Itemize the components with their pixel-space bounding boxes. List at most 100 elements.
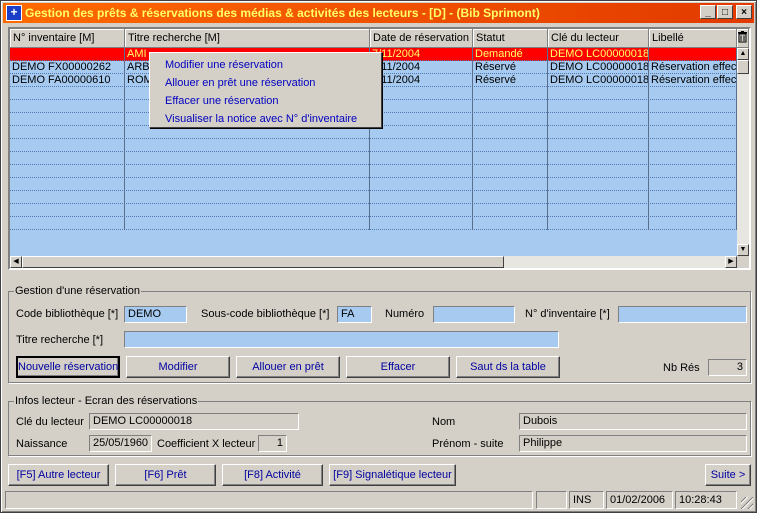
cell-empty bbox=[370, 100, 473, 113]
grid-header: N° inventaire [M] Titre recherche [M] Da… bbox=[10, 29, 749, 48]
col-header-inventaire[interactable]: N° inventaire [M] bbox=[10, 29, 125, 48]
coefficient-field: 1 bbox=[258, 435, 287, 452]
table-row-empty[interactable] bbox=[10, 139, 737, 152]
title-bar[interactable]: + Gestion des prêts & réservations des m… bbox=[3, 3, 754, 23]
cell-inventaire: DEMO FX00000262 bbox=[10, 61, 125, 74]
table-row-empty[interactable] bbox=[10, 204, 737, 217]
cell-empty bbox=[649, 165, 737, 178]
menu-item-effacer-reservation[interactable]: Effacer une réservation bbox=[150, 92, 381, 110]
cell-empty bbox=[548, 217, 649, 230]
cell-empty bbox=[370, 217, 473, 230]
table-row-empty[interactable] bbox=[10, 191, 737, 204]
cell-empty bbox=[473, 113, 548, 126]
cell-empty bbox=[370, 126, 473, 139]
cell-empty bbox=[10, 87, 125, 100]
cell-empty bbox=[473, 191, 548, 204]
cell-empty bbox=[370, 152, 473, 165]
sous-code-field[interactable]: FA bbox=[337, 306, 372, 323]
cell-empty bbox=[649, 100, 737, 113]
cell-empty bbox=[649, 126, 737, 139]
cell-empty bbox=[10, 191, 125, 204]
scroll-up-icon[interactable]: ▲ bbox=[737, 48, 749, 60]
main-window: + Gestion des prêts & réservations des m… bbox=[0, 0, 757, 513]
cell-empty bbox=[649, 204, 737, 217]
cell-empty bbox=[370, 139, 473, 152]
col-header-date[interactable]: Date de réservation bbox=[370, 29, 473, 48]
inventaire-field[interactable] bbox=[618, 306, 747, 323]
cell-empty bbox=[125, 139, 370, 152]
trash-icon[interactable] bbox=[737, 29, 749, 48]
modifier-button[interactable]: Modifier bbox=[126, 356, 230, 378]
menu-item-allouer-pret[interactable]: Allouer en prêt une réservation bbox=[150, 74, 381, 92]
col-header-titre[interactable]: Titre recherche [M] bbox=[125, 29, 370, 48]
context-menu: Modifier une réservation Allouer en prêt… bbox=[149, 52, 382, 128]
naissance-label: Naissance bbox=[16, 438, 68, 450]
reservation-group: Gestion d'une réservation Code bibliothè… bbox=[8, 285, 751, 383]
close-button[interactable]: × bbox=[736, 5, 752, 19]
menu-item-modifier-reservation[interactable]: Modifier une réservation bbox=[150, 56, 381, 74]
cell-empty bbox=[548, 100, 649, 113]
table-row-empty[interactable] bbox=[10, 165, 737, 178]
scroll-corner bbox=[737, 256, 749, 268]
cell-empty bbox=[649, 139, 737, 152]
cell-empty bbox=[10, 165, 125, 178]
cell-empty bbox=[125, 204, 370, 217]
table-row-empty[interactable] bbox=[10, 152, 737, 165]
cell-empty bbox=[370, 165, 473, 178]
status-pane-empty bbox=[536, 491, 567, 509]
maximize-button[interactable]: □ bbox=[717, 5, 733, 19]
scroll-left-icon[interactable]: ◀ bbox=[10, 256, 22, 268]
vertical-scrollbar[interactable]: ▲ ▼ bbox=[737, 48, 749, 256]
menu-item-visualiser-notice[interactable]: Visualiser la notice avec N° d'inventair… bbox=[150, 110, 381, 128]
code-bibliotheque-field[interactable]: DEMO bbox=[124, 306, 187, 323]
cell-empty bbox=[10, 152, 125, 165]
cell-empty bbox=[370, 191, 473, 204]
app-icon[interactable]: + bbox=[6, 5, 22, 21]
cell-empty bbox=[125, 191, 370, 204]
cell-empty bbox=[548, 165, 649, 178]
signaletique-lecteur-button[interactable]: [F9] Signalétique lecteur bbox=[329, 464, 456, 486]
cell-empty bbox=[649, 178, 737, 191]
table-row-empty[interactable] bbox=[10, 217, 737, 230]
reservation-group-title: Gestion d'une réservation bbox=[14, 285, 142, 297]
effacer-button[interactable]: Effacer bbox=[346, 356, 450, 378]
nouvelle-reservation-button[interactable]: Nouvelle réservation bbox=[16, 356, 120, 378]
cell-empty bbox=[473, 178, 548, 191]
autre-lecteur-button[interactable]: [F5] Autre lecteur bbox=[8, 464, 109, 486]
saut-table-button[interactable]: Saut ds la table bbox=[456, 356, 560, 378]
code-bibliotheque-label: Code bibliothèque [*] bbox=[16, 308, 119, 320]
naissance-field: 25/05/1960 bbox=[89, 435, 152, 452]
table-row-empty[interactable] bbox=[10, 178, 737, 191]
cell-empty bbox=[548, 204, 649, 217]
cell-inventaire bbox=[10, 48, 125, 61]
cell-empty bbox=[548, 178, 649, 191]
cle-lecteur-field: DEMO LC00000018 bbox=[89, 413, 299, 430]
horizontal-scrollbar[interactable]: ◀ ▶ bbox=[10, 256, 737, 268]
cell-empty bbox=[10, 217, 125, 230]
vertical-scroll-thumb[interactable] bbox=[737, 60, 749, 74]
suite-button[interactable]: Suite > bbox=[705, 464, 751, 486]
titre-recherche-field[interactable] bbox=[124, 331, 559, 348]
cell-empty bbox=[370, 113, 473, 126]
resize-grip-icon[interactable] bbox=[741, 497, 753, 509]
numero-field[interactable] bbox=[433, 306, 515, 323]
minimize-button[interactable]: _ bbox=[700, 5, 716, 19]
scroll-right-icon[interactable]: ▶ bbox=[725, 256, 737, 268]
col-header-cle[interactable]: Clé du lecteur bbox=[548, 29, 649, 48]
cell-date: 7/11/2004 bbox=[370, 61, 473, 74]
lecteur-group-title: Infos lecteur - Ecran des réservations bbox=[14, 395, 199, 407]
scroll-down-icon[interactable]: ▼ bbox=[737, 244, 749, 256]
allouer-pret-button[interactable]: Allouer en prêt bbox=[236, 356, 340, 378]
cell-libelle bbox=[649, 48, 737, 61]
activite-button[interactable]: [F8] Activité bbox=[222, 464, 323, 486]
col-header-libelle[interactable]: Libellé bbox=[649, 29, 737, 48]
cell-empty bbox=[125, 217, 370, 230]
pret-button[interactable]: [F6] Prêt bbox=[115, 464, 216, 486]
coefficient-label: Coefficient X lecteur bbox=[157, 438, 256, 450]
col-header-statut[interactable]: Statut bbox=[473, 29, 548, 48]
cell-empty bbox=[473, 204, 548, 217]
horizontal-scroll-thumb[interactable] bbox=[22, 256, 504, 268]
cell-empty bbox=[10, 126, 125, 139]
status-bar: INS 01/02/2006 10:28:43 bbox=[3, 490, 754, 510]
cell-empty bbox=[10, 139, 125, 152]
